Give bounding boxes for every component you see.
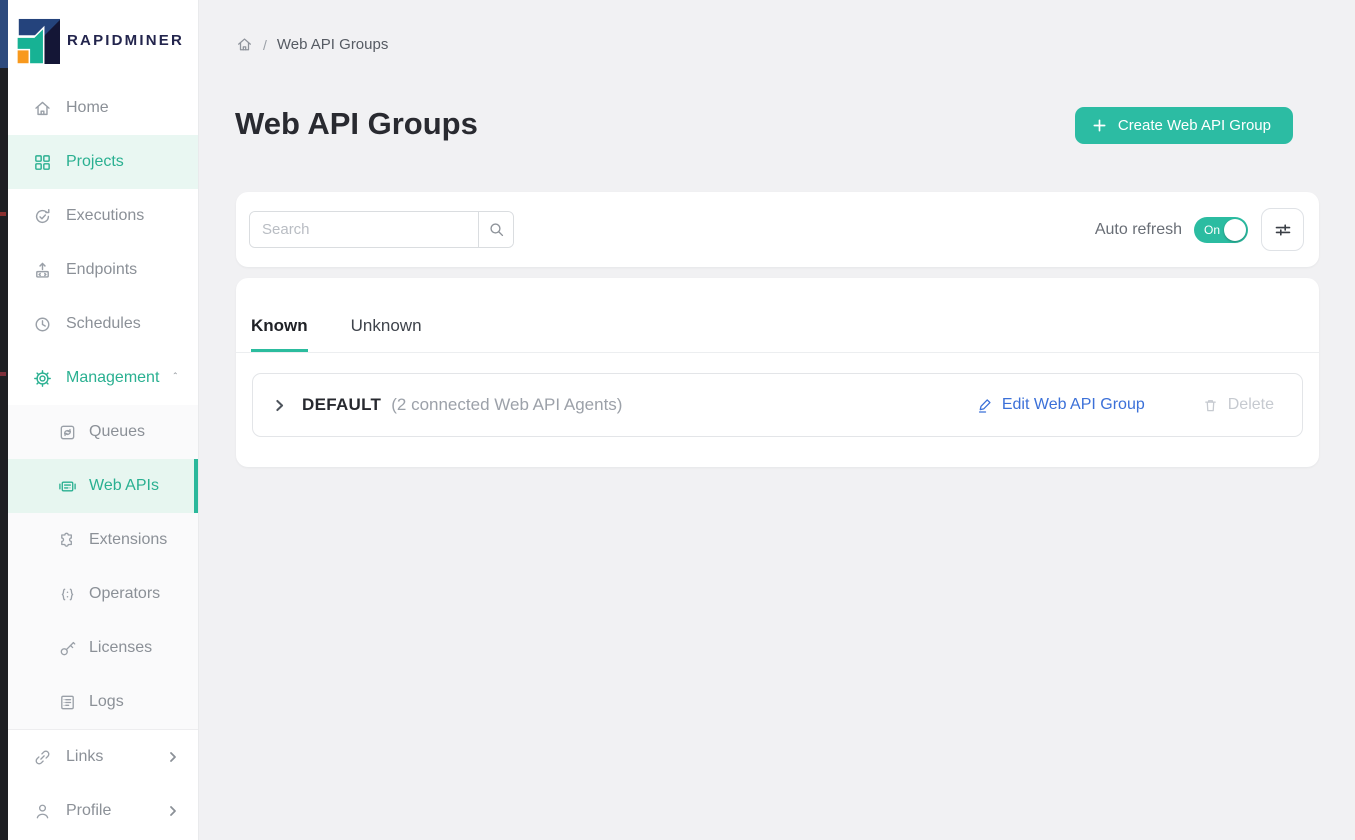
- toolbar-right: Auto refresh On: [1095, 208, 1304, 251]
- search-group: [249, 211, 514, 248]
- sidebar-item-label: Endpoints: [66, 261, 137, 279]
- edit-web-api-group-link[interactable]: Edit Web API Group: [976, 396, 1145, 414]
- sidebar-item-label: Queues: [89, 423, 145, 441]
- breadcrumb-home-icon[interactable]: [236, 36, 253, 53]
- tabs: Known Unknown: [236, 278, 1319, 353]
- expand-chevron-icon[interactable]: [272, 398, 287, 413]
- groups-card: Known Unknown DEFAULT (2 connected Web A…: [236, 278, 1319, 467]
- logs-icon: [58, 693, 77, 712]
- link-icon: [33, 748, 52, 767]
- executions-icon: [33, 207, 52, 226]
- puzzle-icon: [58, 531, 77, 550]
- tab-label: Unknown: [351, 316, 422, 335]
- sidebar: RAPIDMINER Home Projects Executions Endp…: [8, 0, 199, 840]
- sidebar-item-label: Extensions: [89, 531, 167, 549]
- sidebar-item-label: Links: [66, 748, 103, 766]
- toolbar-card: Auto refresh On: [236, 192, 1319, 267]
- management-submenu: Queues Web APIs Extensions Operators Lic: [8, 405, 198, 729]
- grid-icon: [33, 153, 52, 172]
- sidebar-item-projects[interactable]: Projects: [8, 135, 198, 189]
- sidebar-item-executions[interactable]: Executions: [8, 189, 198, 243]
- endpoints-icon: [33, 261, 52, 280]
- breadcrumb: / Web API Groups: [236, 36, 388, 53]
- person-icon: [33, 802, 52, 821]
- home-icon: [33, 99, 52, 118]
- gear-icon: [33, 369, 52, 388]
- sidebar-item-label: Licenses: [89, 639, 152, 657]
- sidebar-item-label: Management: [66, 369, 159, 387]
- sidebar-item-label: Schedules: [66, 315, 141, 333]
- search-icon: [488, 221, 505, 238]
- group-row-default: DEFAULT (2 connected Web API Agents) Edi…: [252, 373, 1303, 437]
- group-agent-count: (2 connected Web API Agents): [391, 395, 622, 415]
- queues-icon: [58, 423, 77, 442]
- sliders-icon: [1273, 220, 1293, 240]
- sidebar-item-label: Profile: [66, 802, 111, 820]
- create-web-api-group-button[interactable]: Create Web API Group: [1075, 107, 1293, 144]
- create-button-label: Create Web API Group: [1118, 117, 1271, 134]
- page-title: Web API Groups: [235, 106, 478, 142]
- search-input[interactable]: [250, 212, 478, 247]
- sidebar-item-endpoints[interactable]: Endpoints: [8, 243, 198, 297]
- sidebar-item-logs[interactable]: Logs: [8, 675, 198, 729]
- sidebar-item-label: Executions: [66, 207, 144, 225]
- delete-button-disabled[interactable]: Delete: [1202, 396, 1274, 414]
- breadcrumb-current: Web API Groups: [277, 36, 388, 53]
- trash-icon: [1202, 397, 1219, 414]
- tab-label: Known: [251, 316, 308, 335]
- main-content: / Web API Groups Web API Groups Create W…: [199, 0, 1355, 840]
- web-apis-icon: [58, 477, 77, 496]
- brand-name: RAPIDMINER: [67, 32, 184, 49]
- row-actions: Edit Web API Group Delete: [976, 396, 1274, 414]
- breadcrumb-separator: /: [263, 37, 267, 53]
- group-name: DEFAULT: [302, 395, 381, 415]
- sidebar-item-label: Logs: [89, 693, 124, 711]
- plus-icon: [1092, 118, 1107, 133]
- toggle-knob: [1224, 219, 1246, 241]
- sidebar-item-queues[interactable]: Queues: [8, 405, 198, 459]
- edit-link-label: Edit Web API Group: [1002, 396, 1145, 414]
- pencil-icon: [976, 397, 993, 414]
- sidebar-item-label: Operators: [89, 585, 160, 603]
- sidebar-item-profile[interactable]: Profile: [8, 784, 198, 838]
- sidebar-item-label: Web APIs: [89, 477, 159, 495]
- search-button[interactable]: [479, 212, 513, 247]
- sidebar-item-schedules[interactable]: Schedules: [8, 297, 198, 351]
- sidebar-item-operators[interactable]: Operators: [8, 567, 198, 621]
- rapidminer-logo-icon: [14, 18, 60, 64]
- tab-known[interactable]: Known: [251, 316, 308, 352]
- operators-icon: [58, 585, 77, 604]
- sidebar-item-links[interactable]: Links: [8, 730, 198, 784]
- sidebar-item-label: Home: [66, 99, 109, 117]
- background-window-edge: [0, 0, 8, 840]
- auto-refresh-label: Auto refresh: [1095, 221, 1182, 239]
- sidebar-item-home[interactable]: Home: [8, 81, 198, 135]
- sidebar-item-extensions[interactable]: Extensions: [8, 513, 198, 567]
- auto-refresh-toggle[interactable]: On: [1194, 217, 1248, 243]
- tab-unknown[interactable]: Unknown: [351, 316, 422, 352]
- filter-settings-button[interactable]: [1261, 208, 1304, 251]
- brand-logo[interactable]: RAPIDMINER: [8, 0, 198, 81]
- chevron-right-icon: [166, 804, 180, 818]
- sidebar-item-label: Projects: [66, 153, 124, 171]
- sidebar-item-web-apis[interactable]: Web APIs: [8, 459, 198, 513]
- sidebar-item-management[interactable]: Management: [8, 351, 198, 405]
- key-icon: [58, 639, 77, 658]
- chevron-right-icon: [166, 750, 180, 764]
- sidebar-item-licenses[interactable]: Licenses: [8, 621, 198, 675]
- delete-link-label: Delete: [1228, 396, 1274, 414]
- toggle-state-label: On: [1204, 217, 1220, 243]
- clock-icon: [33, 315, 52, 334]
- chevron-up-icon: [173, 371, 178, 385]
